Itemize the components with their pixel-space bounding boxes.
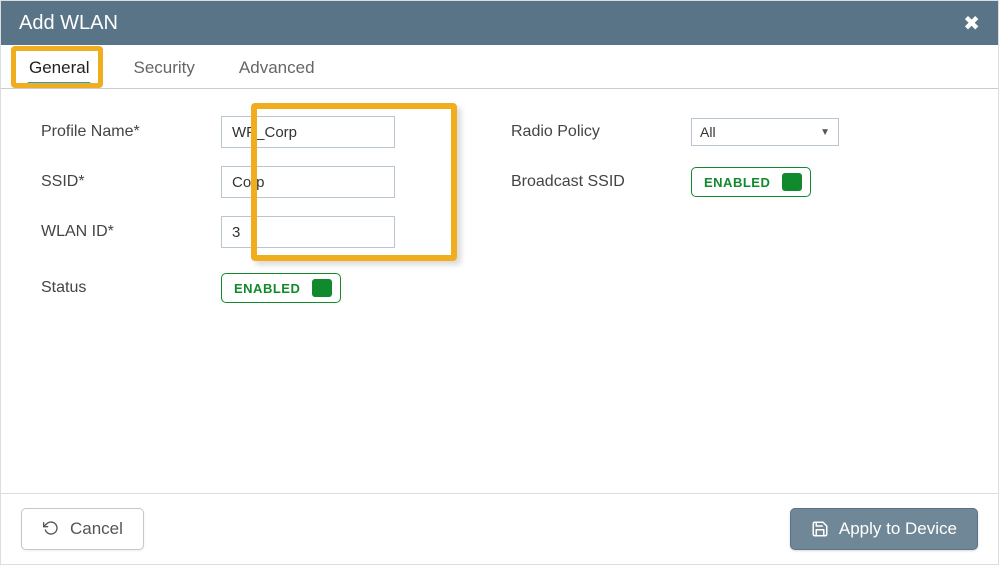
form-area: Profile Name* SSID* WLAN ID* Status ENAB…: [1, 89, 998, 493]
tab-advanced-label: Advanced: [239, 58, 315, 77]
apply-to-device-button[interactable]: Apply to Device: [790, 508, 978, 550]
status-toggle-label: ENABLED: [234, 281, 300, 296]
left-column: Profile Name* SSID* WLAN ID* Status ENAB…: [41, 107, 421, 313]
close-icon[interactable]: ✖: [963, 11, 980, 36]
cancel-button-label: Cancel: [70, 519, 123, 539]
status-toggle[interactable]: ENABLED: [221, 273, 341, 303]
modal-footer: Cancel Apply to Device: [1, 493, 998, 564]
label-ssid: SSID*: [41, 173, 221, 191]
label-broadcast-ssid: Broadcast SSID: [511, 173, 691, 191]
add-wlan-modal: Add WLAN ✖ General Security Advanced Pro…: [0, 0, 999, 565]
broadcast-ssid-toggle-knob: [782, 173, 802, 191]
row-status: Status ENABLED: [41, 263, 421, 313]
ssid-input[interactable]: [221, 166, 395, 198]
modal-header: Add WLAN ✖: [1, 1, 998, 45]
status-toggle-knob: [312, 279, 332, 297]
row-radio-policy: Radio Policy All ▼: [511, 107, 931, 157]
row-wlan-id: WLAN ID*: [41, 207, 421, 257]
chevron-down-icon: ▼: [820, 127, 830, 138]
tab-bar: General Security Advanced: [1, 45, 998, 89]
radio-policy-value: All: [700, 124, 716, 140]
label-wlan-id: WLAN ID*: [41, 223, 221, 241]
undo-icon: [42, 520, 60, 538]
tab-security-label: Security: [133, 58, 194, 77]
tab-advanced[interactable]: Advanced: [221, 50, 333, 88]
tab-general-label: General: [29, 58, 89, 77]
row-profile-name: Profile Name*: [41, 107, 421, 157]
row-ssid: SSID*: [41, 157, 421, 207]
label-profile-name: Profile Name*: [41, 123, 221, 141]
tab-security[interactable]: Security: [115, 50, 212, 88]
tab-general[interactable]: General: [11, 50, 107, 88]
right-column: Radio Policy All ▼ Broadcast SSID ENABLE…: [511, 107, 931, 207]
label-radio-policy: Radio Policy: [511, 123, 691, 141]
label-status: Status: [41, 279, 221, 297]
save-icon: [811, 520, 829, 538]
broadcast-ssid-toggle-label: ENABLED: [704, 175, 770, 190]
modal-title: Add WLAN: [19, 12, 118, 35]
wlan-id-input[interactable]: [221, 216, 395, 248]
row-broadcast-ssid: Broadcast SSID ENABLED: [511, 157, 931, 207]
profile-name-input[interactable]: [221, 116, 395, 148]
radio-policy-select[interactable]: All ▼: [691, 118, 839, 146]
cancel-button[interactable]: Cancel: [21, 508, 144, 550]
apply-button-label: Apply to Device: [839, 519, 957, 539]
broadcast-ssid-toggle[interactable]: ENABLED: [691, 167, 811, 197]
